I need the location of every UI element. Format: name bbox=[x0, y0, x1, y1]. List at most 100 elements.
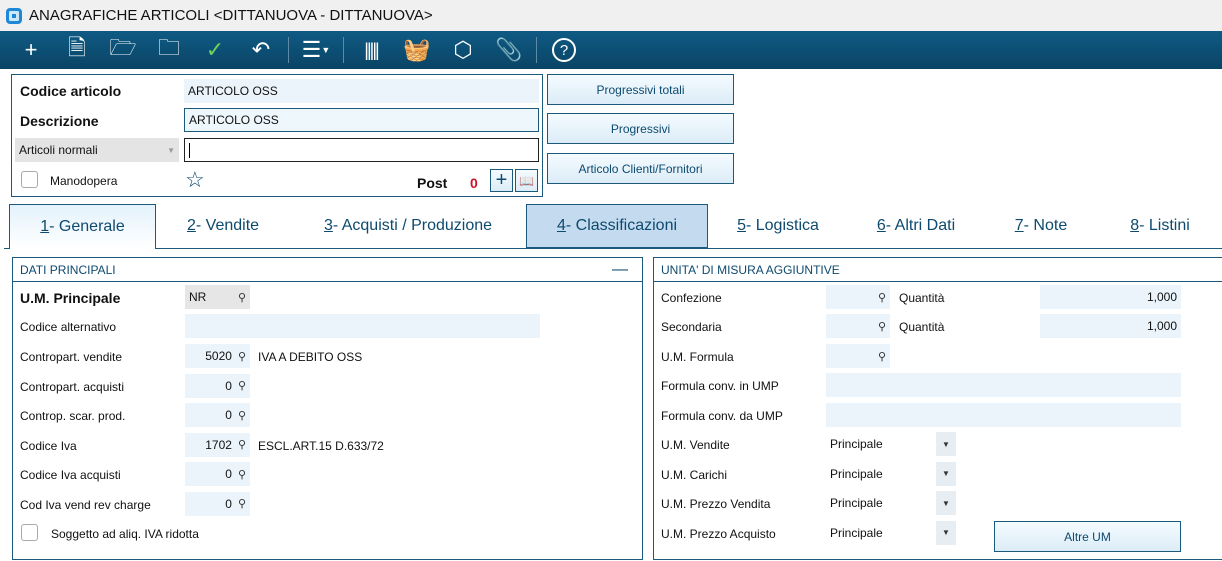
progressivi-totali-button[interactable]: Progressivi totali bbox=[547, 74, 734, 105]
conv-in-field[interactable] bbox=[826, 373, 1181, 397]
chevron-down-icon: ▼ bbox=[936, 491, 956, 515]
chevron-down-icon: ▼ bbox=[167, 145, 175, 155]
box-icon[interactable]: ⬡ bbox=[440, 31, 486, 69]
panel-header: DATI PRINCIPALI — bbox=[13, 258, 642, 282]
chevron-down-icon: ▼ bbox=[936, 520, 956, 545]
collapse-icon[interactable]: — bbox=[612, 261, 628, 279]
um-principale-field[interactable]: NR ⚲ bbox=[185, 285, 250, 309]
tab-vendite[interactable]: 2 - Vendite bbox=[158, 204, 288, 248]
tab-logistica[interactable]: 5 - Logistica bbox=[710, 204, 846, 248]
panel-header: UNITA' DI MISURA AGGIUNTIVE bbox=[654, 258, 1222, 282]
um-principale-label: U.M. Principale bbox=[20, 290, 121, 306]
conv-in-label: Formula conv. in UMP bbox=[661, 379, 779, 393]
quantita-field-2[interactable]: 1,000 bbox=[1040, 314, 1181, 338]
um-select[interactable]: Principale ▼ bbox=[826, 491, 956, 515]
row-code-field[interactable]: 0 ⚲ bbox=[185, 373, 250, 398]
document-icon[interactable]: 🗎 bbox=[54, 31, 100, 69]
search-icon[interactable]: ⚲ bbox=[238, 409, 246, 422]
tab-listini[interactable]: 8 - Listini bbox=[1098, 204, 1222, 248]
tipo-select-value: Articoli normali bbox=[19, 143, 98, 157]
post-count: 0 bbox=[470, 175, 478, 191]
search-icon[interactable]: ⚲ bbox=[238, 291, 246, 304]
row-label: Cod Iva vend rev charge bbox=[20, 497, 151, 512]
search-icon[interactable]: ⚲ bbox=[878, 291, 886, 304]
panel-title: DATI PRINCIPALI bbox=[20, 262, 116, 277]
search-icon[interactable]: ⚲ bbox=[878, 320, 886, 333]
conv-da-label: Formula conv. da UMP bbox=[661, 409, 783, 423]
manodopera-label: Manodopera bbox=[50, 174, 118, 188]
star-icon[interactable]: ☆ bbox=[185, 167, 205, 193]
paperclip-icon[interactable]: 📎 bbox=[486, 31, 532, 69]
codice-alternativo-field[interactable] bbox=[185, 314, 540, 338]
book-icon[interactable]: 📖 bbox=[515, 169, 538, 192]
tab-note[interactable]: 7 - Note bbox=[986, 204, 1096, 248]
row-label: Contropart. acquisti bbox=[20, 379, 125, 394]
chevron-down-icon: ▼ bbox=[936, 432, 956, 456]
altre-um-button[interactable]: Altre UM bbox=[994, 521, 1181, 552]
codice-label: Codice articolo bbox=[20, 83, 122, 99]
secondaria-label: Secondaria bbox=[661, 320, 722, 334]
um-select-label: U.M. Prezzo Vendita bbox=[661, 497, 771, 511]
tab-acquisti[interactable]: 3 - Acquisti / Produzione bbox=[290, 204, 526, 248]
search-icon[interactable]: ⚲ bbox=[238, 379, 246, 392]
descrizione-field[interactable]: ARTICOLO OSS bbox=[184, 108, 539, 132]
descrizione-label: Descrizione bbox=[20, 113, 99, 129]
separator bbox=[536, 37, 537, 63]
row-label: Contropart. vendite bbox=[20, 350, 123, 364]
row-code-field[interactable]: 0 ⚲ bbox=[185, 403, 250, 427]
tab-classificazioni[interactable]: 4 - Classificazioni bbox=[526, 204, 708, 248]
plus-icon[interactable]: + bbox=[8, 31, 54, 69]
codice-field[interactable]: ARTICOLO OSS bbox=[184, 79, 539, 103]
folder-open-icon[interactable]: 🗁 bbox=[100, 31, 146, 69]
search-icon[interactable]: ⚲ bbox=[238, 438, 246, 451]
um-select[interactable]: Principale ▼ bbox=[826, 461, 956, 486]
undo-icon[interactable]: ↶ bbox=[238, 31, 284, 69]
search-icon[interactable]: ⚲ bbox=[238, 468, 246, 481]
row-label: Codice Iva acquisti bbox=[20, 468, 121, 482]
separator bbox=[288, 37, 289, 63]
progressivi-button[interactable]: Progressivi bbox=[547, 113, 734, 144]
secondaria-field[interactable]: ⚲ bbox=[826, 314, 890, 338]
um-select-label: U.M. Prezzo Acquisto bbox=[661, 526, 776, 541]
menu-icon[interactable]: ☰ ▼ bbox=[293, 31, 339, 69]
barcode-icon[interactable]: ||||| bbox=[348, 31, 394, 69]
tab-line bbox=[4, 248, 1222, 249]
confezione-label: Confezione bbox=[661, 291, 722, 305]
tab-altri-dati[interactable]: 6 - Altri Dati bbox=[848, 204, 984, 248]
row-description: IVA A DEBITO OSS bbox=[258, 350, 363, 364]
row-description: ESCL.ART.15 D.633/72 bbox=[258, 438, 384, 453]
um-select[interactable]: Principale ▼ bbox=[826, 520, 956, 545]
row-label: Codice Iva bbox=[20, 438, 77, 453]
conv-da-field[interactable] bbox=[826, 403, 1181, 427]
basket-icon[interactable]: 🧺 bbox=[394, 31, 440, 69]
folder-clock-icon[interactable]: 🗀 bbox=[146, 31, 192, 69]
check-icon[interactable]: ✓ bbox=[192, 31, 238, 69]
separator bbox=[343, 37, 344, 63]
quantita-label: Quantità bbox=[899, 291, 945, 305]
row-code-field[interactable]: 5020 ⚲ bbox=[185, 344, 250, 368]
soggetto-label: Soggetto ad aliq. IVA ridotta bbox=[51, 527, 199, 541]
soggetto-checkbox[interactable] bbox=[21, 524, 38, 541]
add-post-button[interactable]: + bbox=[490, 169, 513, 192]
search-icon[interactable]: ⚲ bbox=[878, 350, 886, 363]
row-code-field[interactable]: 0 ⚲ bbox=[185, 462, 250, 486]
extra-field[interactable] bbox=[184, 138, 539, 162]
tipo-select[interactable]: Articoli normali ▼ bbox=[15, 138, 179, 162]
quantita-field-1[interactable]: 1,000 bbox=[1040, 285, 1181, 309]
um-select[interactable]: Principale ▼ bbox=[826, 432, 956, 456]
row-label: Controp. scar. prod. bbox=[20, 409, 126, 423]
tab-generale[interactable]: 1 - Generale bbox=[9, 204, 156, 249]
window-title: ANAGRAFICHE ARTICOLI <DITTANUOVA - DITTA… bbox=[29, 7, 433, 24]
search-icon[interactable]: ⚲ bbox=[238, 497, 246, 510]
post-label: Post bbox=[417, 175, 448, 191]
um-formula-field[interactable]: ⚲ bbox=[826, 344, 890, 368]
row-code-field[interactable]: 1702 ⚲ bbox=[185, 432, 250, 457]
app-logo-icon bbox=[6, 7, 22, 24]
manodopera-checkbox[interactable] bbox=[21, 171, 38, 188]
articolo-clienti-fornitori-button[interactable]: Articolo Clienti/Fornitori bbox=[547, 153, 734, 184]
quantita-label: Quantità bbox=[899, 320, 945, 334]
confezione-field[interactable]: ⚲ bbox=[826, 285, 890, 309]
help-icon[interactable]: ? bbox=[541, 31, 587, 69]
row-code-field[interactable]: 0 ⚲ bbox=[185, 491, 250, 516]
search-icon[interactable]: ⚲ bbox=[238, 350, 246, 363]
